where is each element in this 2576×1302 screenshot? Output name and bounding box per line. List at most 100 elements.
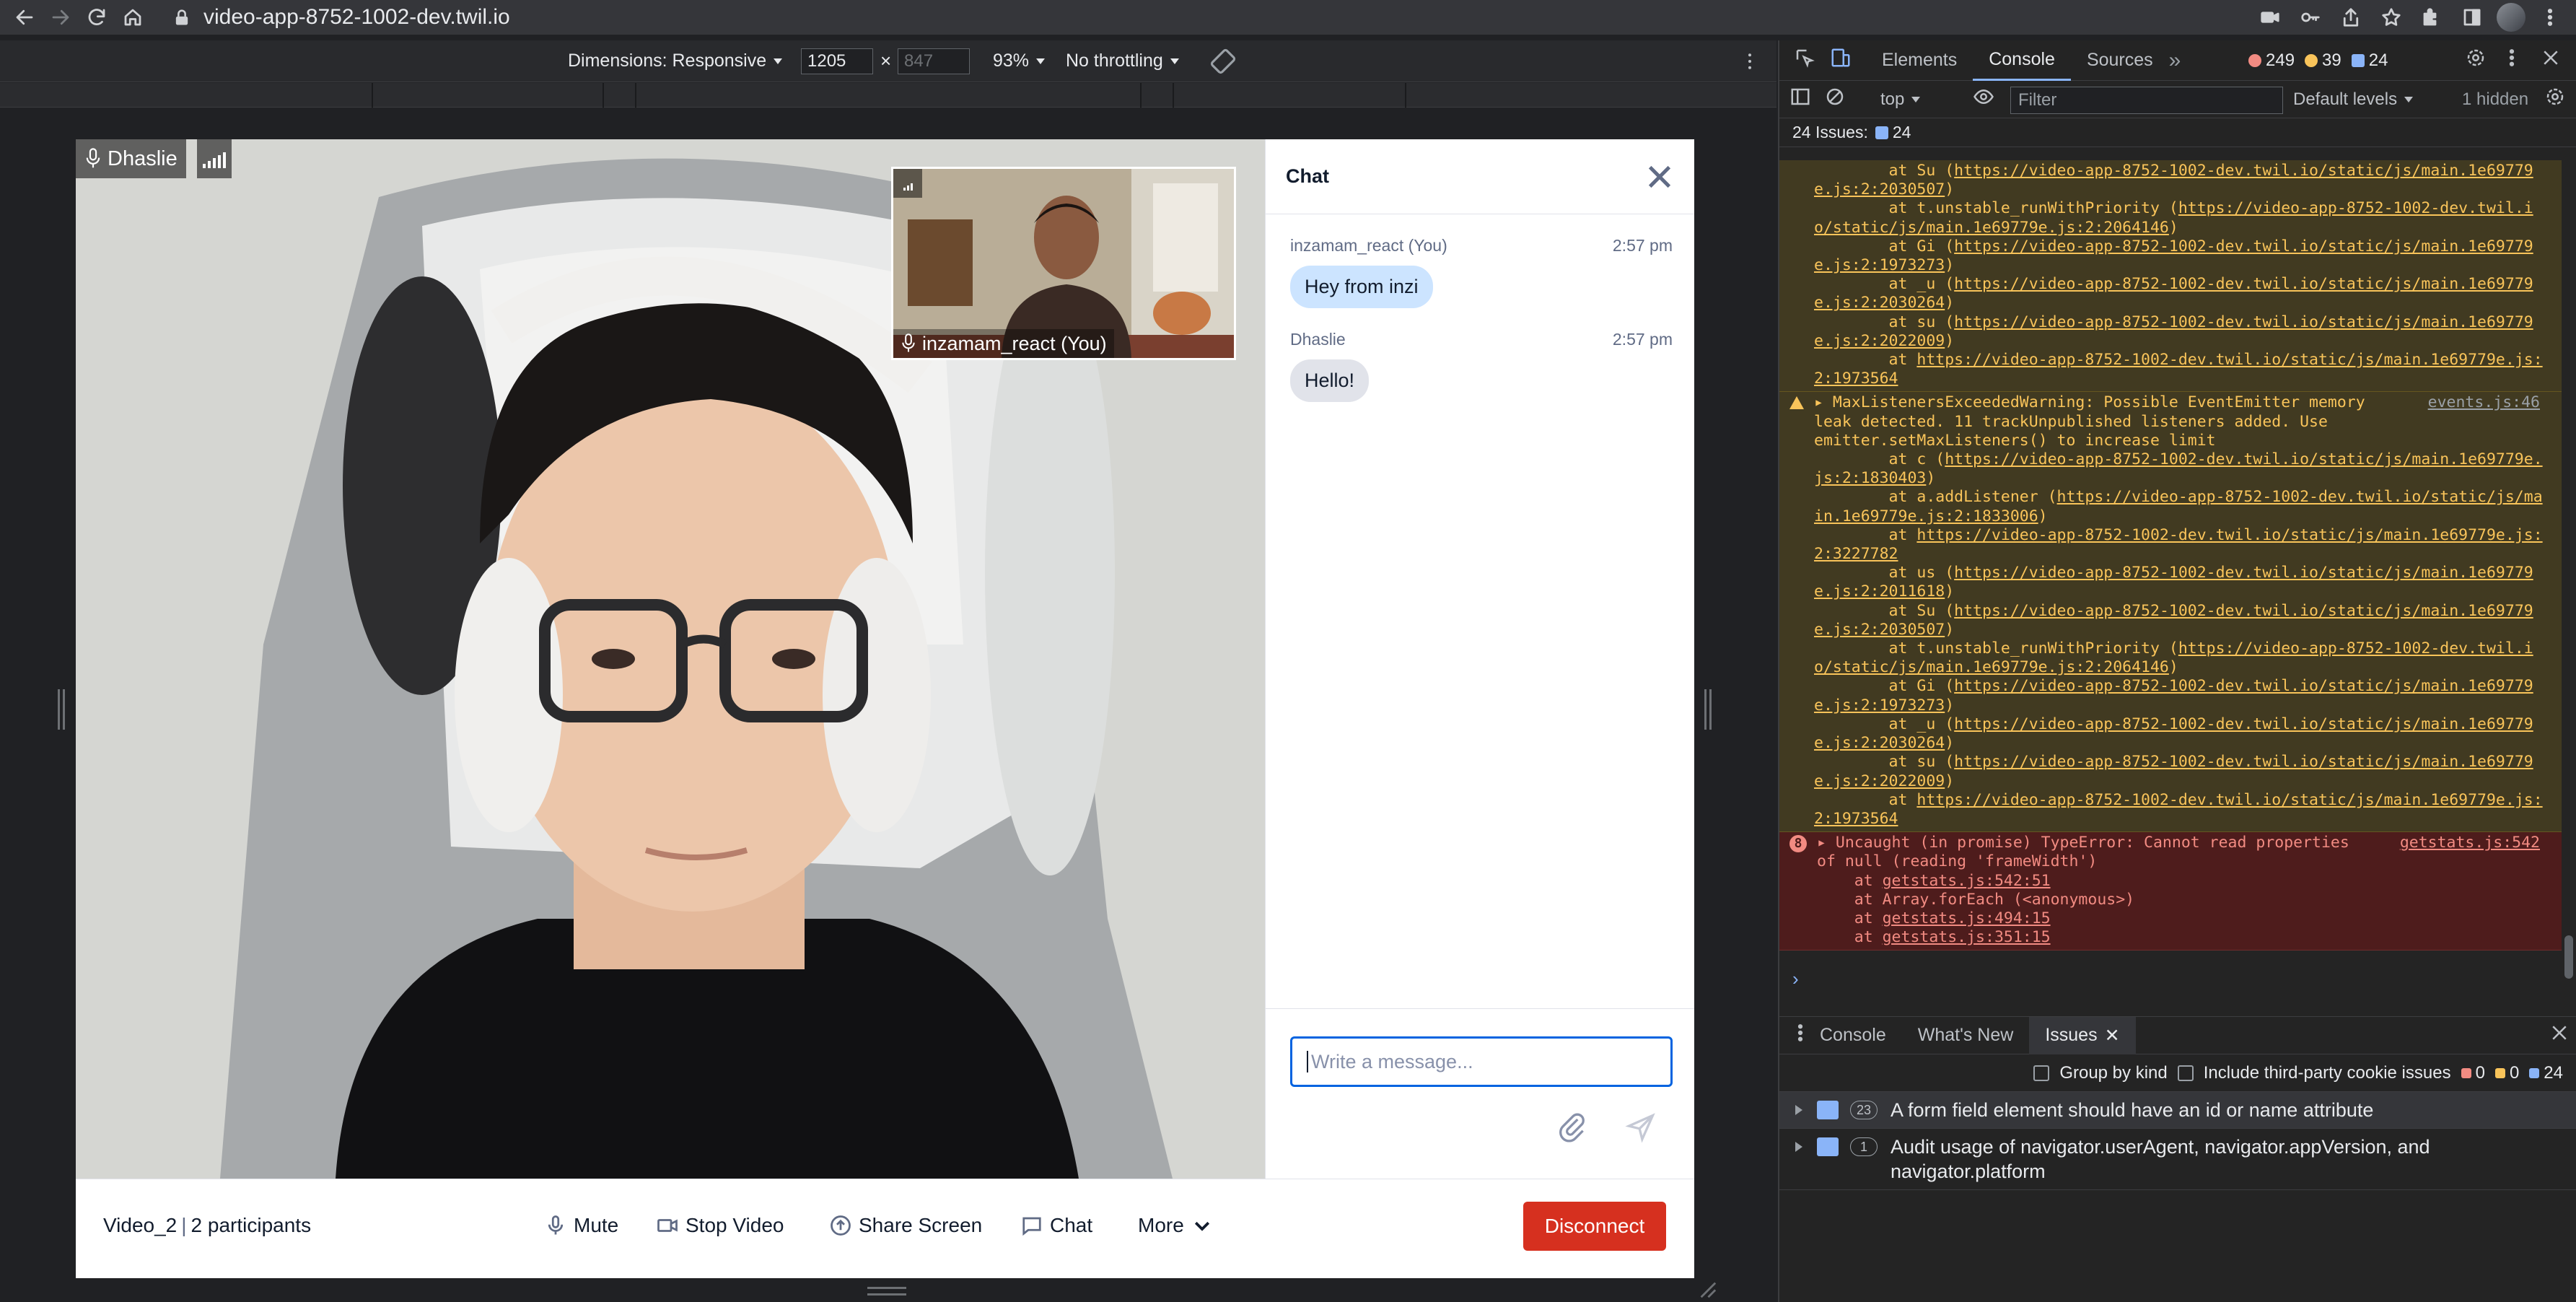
zoom-dropdown[interactable]: 93% (993, 51, 1046, 71)
tab-sources[interactable]: Sources (2071, 40, 2169, 81)
warning-source-link[interactable]: events.js:46 (2428, 393, 2540, 412)
dimensions-dropdown[interactable]: Dimensions: Responsive (568, 51, 783, 71)
drawer-tab-console[interactable]: Console (1804, 1017, 1902, 1054)
height-input[interactable]: 847 (898, 48, 970, 74)
issue-title: Audit usage of navigator.userAgent, navi… (1891, 1136, 2430, 1182)
camera-icon[interactable] (2254, 1, 2286, 33)
close-tab-icon[interactable]: ✕ (2105, 1025, 2120, 1047)
console-prompt[interactable]: › (1792, 968, 1799, 990)
network-quality-icon (197, 139, 232, 178)
main-participant-video: Dhaslie inzamam_react (You) (76, 139, 1265, 1179)
message-time: 2:57 pm (1612, 330, 1673, 349)
warning-counter: 39 (2305, 51, 2341, 71)
chat-message-input[interactable]: Write a message... (1290, 1036, 1673, 1087)
device-toggle-icon[interactable] (1830, 47, 1852, 74)
chat-composer: Write a message... (1266, 1008, 1694, 1179)
profile-avatar[interactable] (2497, 3, 2525, 32)
forward-button[interactable] (45, 1, 76, 33)
dimension-separator: × (880, 50, 892, 71)
chat-button[interactable]: Chat (1021, 1214, 1092, 1237)
clear-console-icon[interactable] (1824, 86, 1846, 113)
third-party-checkbox[interactable] (2177, 1065, 2194, 1081)
console-error-message[interactable]: 8 getstats.js:542 ▸ Uncaught (in promise) … (1779, 832, 2562, 951)
media-query-ruler[interactable] (0, 83, 1777, 108)
devtools-counters[interactable]: 249 39 24 (2248, 51, 2388, 71)
issues-counter: 24 (2351, 51, 2388, 71)
message-bubble: Hey from inzi (1290, 266, 1433, 308)
tab-elements[interactable]: Elements (1866, 40, 1973, 81)
microphone-icon (902, 333, 915, 352)
rotate-icon[interactable] (1209, 48, 1237, 75)
width-input[interactable]: 1205 (801, 48, 873, 74)
devtools-panel: Elements Console Sources » 249 39 24 top… (1778, 40, 2576, 1302)
console-toolbar: top Filter Default levels 1 hidden (1779, 81, 2576, 118)
participant-count: 2 participants (190, 1214, 312, 1236)
settings-gear-icon[interactable] (2465, 47, 2487, 74)
share-icon[interactable] (2335, 1, 2367, 33)
mute-button[interactable]: Mute (545, 1214, 618, 1237)
extensions-icon[interactable] (2416, 1, 2448, 33)
console-scrollbar[interactable] (2564, 935, 2573, 979)
issue-row[interactable]: 1 Audit usage of navigator.userAgent, na… (1779, 1129, 2576, 1190)
chat-message: Dhaslie 2:57 pm Hello! (1266, 308, 1694, 402)
close-drawer-icon[interactable] (2549, 1022, 2570, 1049)
home-button[interactable] (117, 1, 149, 33)
close-devtools-icon[interactable] (2540, 47, 2562, 74)
console-settings-icon[interactable] (2544, 86, 2566, 113)
close-icon[interactable] (1645, 162, 1674, 191)
drawer-tab-bar: Console What's New Issues ✕ (1779, 1016, 2576, 1054)
drawer-tab-issues[interactable]: Issues ✕ (2029, 1016, 2136, 1054)
issue-message-icon (1817, 1101, 1839, 1119)
tab-console[interactable]: Console (1973, 40, 2071, 81)
error-counter: 249 (2248, 51, 2295, 71)
eye-icon[interactable] (1973, 86, 1994, 113)
more-button[interactable]: More (1138, 1214, 1213, 1237)
back-button[interactable] (9, 1, 40, 33)
log-levels-dropdown[interactable]: Default levels (2293, 89, 2414, 110)
kebab-menu-icon[interactable] (2534, 1, 2566, 33)
chat-header: Chat (1266, 139, 1694, 214)
console-filter-input[interactable]: Filter (2010, 87, 2283, 114)
sidebar-icon[interactable] (2456, 1, 2488, 33)
issue-message-icon (1817, 1137, 1839, 1156)
local-video-preview[interactable]: inzamam_react (You) (891, 167, 1236, 360)
share-screen-button[interactable]: Share Screen (830, 1214, 982, 1237)
issue-count: 1 (1850, 1137, 1878, 1156)
corner-resize-icon[interactable] (1697, 1279, 1717, 1299)
left-resize-handle[interactable] (58, 689, 65, 730)
microphone-icon (86, 148, 100, 168)
key-icon[interactable] (2295, 1, 2326, 33)
bottom-resize-handle[interactable] (867, 1287, 906, 1296)
bookmark-star-icon[interactable] (2375, 1, 2407, 33)
drawer-menu-icon[interactable] (1789, 1022, 1804, 1049)
devtools-menu-icon[interactable] (2501, 47, 2523, 74)
expand-triangle-icon (1795, 1142, 1802, 1152)
console-output: at Su (https://video-app-8752-1002-dev.t… (1779, 160, 2562, 983)
more-tabs-icon[interactable]: » (2169, 48, 2181, 73)
inspect-element-icon[interactable] (1794, 47, 1815, 74)
address-bar[interactable]: video-app-8752-1002-dev.twil.io (172, 1, 510, 33)
error-source-link[interactable]: getstats.js:542 (2400, 834, 2540, 852)
attachment-icon[interactable] (1556, 1111, 1588, 1143)
console-warning-message[interactable]: events.js:46 ▸ MaxListenersExceededWarnin… (1779, 392, 2562, 833)
lock-icon (175, 9, 188, 25)
chevron-down-icon (1194, 1221, 1209, 1231)
throttling-dropdown[interactable]: No throttling (1066, 51, 1179, 71)
sidebar-toggle-icon[interactable] (1789, 86, 1811, 113)
context-dropdown[interactable]: top (1880, 89, 1921, 110)
device-options-icon[interactable] (1739, 51, 1761, 72)
chat-icon (1022, 1217, 1041, 1236)
issues-toolbar: Group by kind Include third-party cookie… (1779, 1054, 2576, 1092)
error-count-badge: 8 (1789, 835, 1807, 853)
right-resize-handle[interactable] (1704, 689, 1712, 730)
group-by-kind-checkbox[interactable] (2033, 1065, 2050, 1081)
reload-button[interactable] (81, 1, 113, 33)
drawer-tab-whats-new[interactable]: What's New (1902, 1017, 2030, 1054)
issue-row[interactable]: 23 A form field element should have an i… (1779, 1092, 2576, 1129)
error-text: Uncaught (in promise) TypeError: Cannot … (1817, 834, 2349, 871)
disconnect-button[interactable]: Disconnect (1523, 1202, 1666, 1251)
issues-summary[interactable]: 24 Issues: 24 (1779, 118, 2576, 147)
chat-message: inzamam_react (You) 2:57 pm Hey from inzi (1266, 214, 1694, 308)
send-icon[interactable] (1625, 1111, 1657, 1143)
stop-video-button[interactable]: Stop Video (657, 1214, 784, 1237)
